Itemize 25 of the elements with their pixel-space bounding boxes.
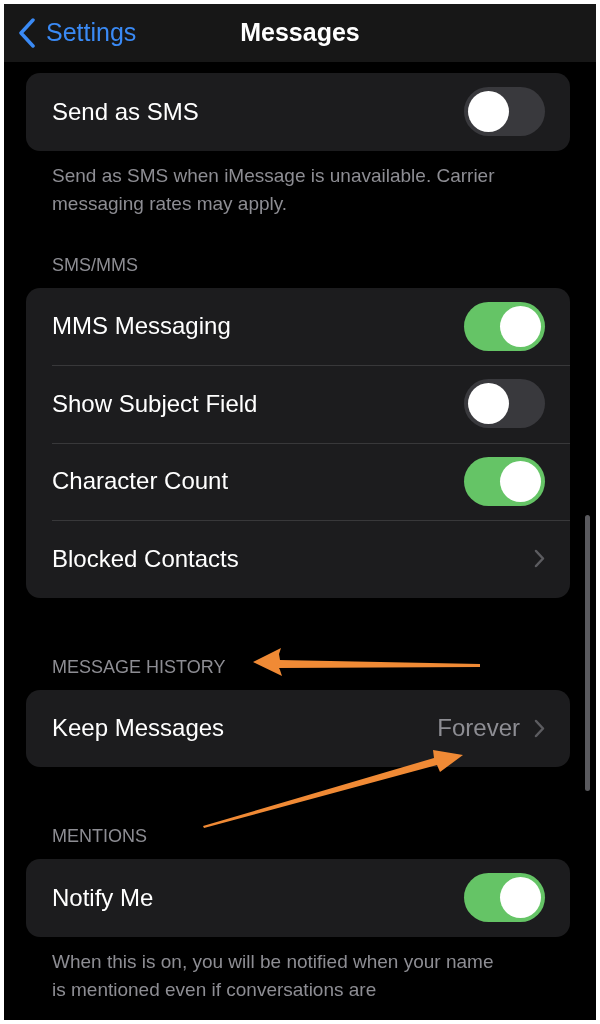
toggle-switch[interactable] — [464, 87, 545, 137]
chevron-icon — [534, 549, 545, 569]
row-value: Forever — [437, 713, 520, 744]
settings-row[interactable]: Blocked Contacts — [26, 520, 570, 598]
section-header: MESSAGE HISTORY — [52, 655, 226, 678]
row-label: Keep Messages — [52, 713, 226, 744]
toggle-switch[interactable] — [464, 873, 545, 923]
row-label: Notify Me — [52, 882, 155, 913]
section-footer: When this is on, you will be notified when your name is mentioned even if conversations are — [26, 936, 570, 1004]
section-header: SMS/MMS — [52, 253, 138, 276]
row-label: Send as SMS — [52, 96, 200, 127]
row-label: Blocked Contacts — [52, 543, 240, 574]
page-title: Messages — [240, 17, 360, 49]
section-header: MENTIONS — [52, 825, 147, 847]
row-label: MMS Messaging — [52, 311, 232, 342]
settings-row[interactable]: Keep Messages Forever — [26, 689, 570, 767]
row-label: Show Subject Field — [52, 388, 259, 419]
row-label: Character Count — [52, 466, 230, 497]
chevron-icon — [534, 718, 545, 738]
toggle-switch[interactable] — [464, 379, 545, 429]
toggle-switch[interactable] — [464, 301, 545, 351]
back-button[interactable]: Settings — [14, 4, 141, 62]
back-chevron-icon — [18, 18, 36, 48]
section-footer: Send as SMS when iMessage is unavailable. Carrier messaging rates may apply. — [26, 150, 570, 218]
toggle-switch[interactable] — [464, 456, 545, 506]
